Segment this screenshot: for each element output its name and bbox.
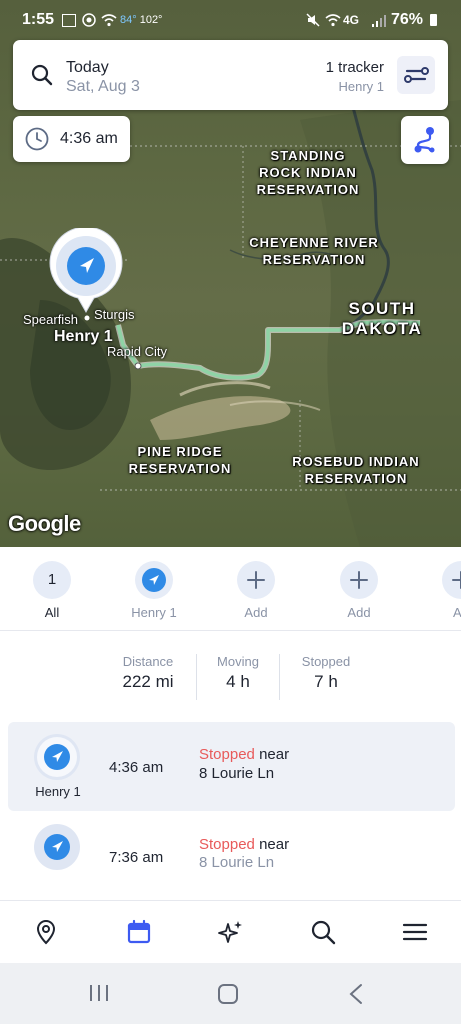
navigation-arrow-icon [44, 834, 70, 860]
recent-apps-icon[interactable] [88, 983, 110, 1008]
strip-item-label: Henry 1 [131, 605, 177, 620]
tracker-marker[interactable] [48, 226, 124, 314]
day-label: Today [66, 59, 109, 76]
add-circle [442, 561, 461, 599]
network-type: 4G [343, 13, 360, 27]
stop-time: 7:36 am [109, 849, 164, 866]
battery-percent: 76% [391, 11, 424, 28]
stop-status: Stopped near [199, 746, 290, 763]
tracker-avatar [34, 734, 80, 780]
all-count-badge: 1 [33, 561, 71, 599]
stat-distance: Distance 222 mi [122, 654, 174, 691]
location-pin-icon[interactable] [32, 918, 60, 946]
stop-time: 4:36 am [109, 759, 164, 776]
add-circle [340, 561, 378, 599]
route-button[interactable] [401, 116, 449, 164]
filter-icon [404, 67, 429, 83]
stop-status: Stopped near [199, 836, 290, 853]
home-icon[interactable] [217, 983, 239, 1010]
tracker-count: 1 tracker [325, 59, 384, 76]
google-logo: Google [8, 511, 81, 536]
add-circle [237, 561, 275, 599]
strip-item-add[interactable]: Add [221, 561, 291, 620]
plus-icon [350, 571, 368, 589]
trip-stats: Distance 222 mi Moving 4 h Stopped 7 h [0, 632, 461, 716]
marker-label: Henry 1 [54, 328, 113, 345]
strip-item-label: All [44, 605, 60, 620]
time-chip-label: 4:36 am [60, 130, 118, 147]
bottom-nav [0, 900, 461, 962]
back-icon[interactable] [348, 983, 364, 1010]
map-label-rosebud: ROSEBUD INDIAN RESERVATION [292, 454, 420, 486]
menu-icon[interactable] [401, 918, 429, 946]
date-label: Sat, Aug 3 [66, 78, 140, 95]
stat-moving: Moving 4 h [217, 654, 259, 691]
signal-icon [372, 14, 386, 32]
strip-item-add[interactable]: Add [324, 561, 394, 620]
navigation-arrow-icon [37, 737, 77, 777]
stop-address: 8 Lourie Ln [199, 854, 275, 871]
system-navigation-bar [0, 963, 461, 1024]
tracker-avatar [135, 561, 173, 599]
clock-icon [25, 127, 49, 156]
chrome-icon [82, 13, 96, 32]
map-label-cheyenne-river: CHEYENNE RIVER RESERVATION [249, 235, 379, 267]
navigation-arrow-icon [142, 568, 166, 592]
battery-icon [430, 14, 437, 26]
stop-row[interactable]: Henry 1 4:36 am Stopped near 8 Lourie Ln [8, 722, 455, 811]
status-bar: 1:55 84° 102° 4G 76% [0, 0, 461, 40]
strip-item-add-partial[interactable]: Ad [426, 561, 461, 620]
strip-item-henry[interactable]: Henry 1 [119, 561, 189, 620]
mute-icon [306, 13, 320, 32]
filter-button[interactable] [397, 56, 435, 94]
city-label-rapid-city: Rapid City [107, 344, 167, 359]
tracker-strip[interactable]: 1 All Henry 1 Add Add A [0, 547, 461, 631]
map-label-pine-ridge: PINE RIDGE RESERVATION [128, 444, 232, 476]
avatar-name: Henry 1 [35, 784, 81, 799]
strip-item-label: Add [244, 605, 268, 620]
search-icon[interactable] [309, 918, 337, 946]
stop-address: 8 Lourie Ln [199, 765, 275, 782]
map-label-south-dakota: SOUTH DAKOTA [341, 299, 423, 338]
stop-row[interactable]: 7:36 am Stopped near 8 Lourie Ln [8, 812, 455, 901]
route-icon [414, 127, 435, 153]
search-icon[interactable] [31, 64, 53, 91]
gallery-icon [62, 14, 76, 27]
status-temperature: 84° 102° [120, 14, 163, 26]
strip-item-all[interactable]: 1 All [17, 561, 87, 620]
city-label-spearfish: Spearfish [23, 312, 78, 327]
strip-item-label: Ad [453, 605, 461, 620]
wifi-calling-icon [325, 13, 341, 32]
tracker-name: Henry 1 [338, 79, 384, 94]
plus-icon [247, 571, 265, 589]
map-label-standing-rock: STANDING ROCK INDIAN RESERVATION [256, 148, 360, 197]
status-time: 1:55 [22, 11, 55, 28]
wifi-icon [101, 13, 117, 32]
date-selector-card[interactable]: Today Sat, Aug 3 1 tracker Henry 1 [13, 40, 448, 110]
sparkles-icon[interactable] [217, 918, 245, 946]
calendar-icon[interactable] [125, 918, 153, 946]
plus-icon [452, 571, 461, 589]
stat-stopped: Stopped 7 h [301, 654, 351, 691]
strip-item-label: Add [347, 605, 371, 620]
time-chip[interactable]: 4:36 am [13, 116, 130, 162]
tracker-avatar [34, 824, 80, 870]
